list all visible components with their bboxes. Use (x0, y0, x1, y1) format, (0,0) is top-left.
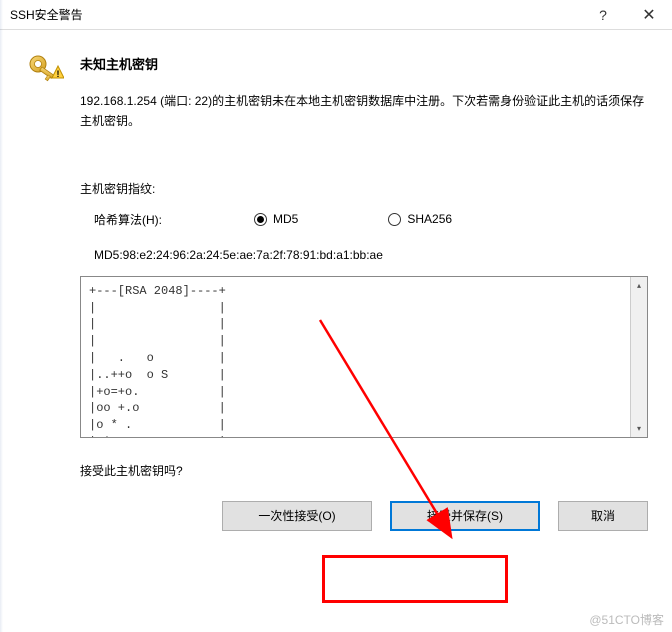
radio-icon (388, 213, 401, 226)
title-bar: SSH安全警告 ? ✕ (0, 0, 672, 30)
svg-text:!: ! (57, 69, 60, 79)
scroll-up-icon[interactable]: ▴ (631, 277, 647, 294)
dialog-description: 192.168.1.254 (端口: 22)的主机密钥未在本地主机密钥数据库中注… (80, 91, 648, 132)
annotation-highlight (322, 555, 508, 603)
hash-algorithm-label: 哈希算法(H): (94, 211, 254, 228)
radio-md5[interactable]: MD5 (254, 212, 298, 226)
accept-once-button[interactable]: 一次性接受(O) (222, 501, 372, 531)
button-row: 一次性接受(O) 接受并保存(S) 取消 (80, 501, 648, 531)
vertical-scrollbar[interactable]: ▴ ▾ (630, 277, 647, 437)
close-button[interactable]: ✕ (626, 0, 672, 30)
watermark-text: @51CTO博客 (589, 611, 664, 628)
window-title: SSH安全警告 (10, 6, 580, 23)
confirm-question: 接受此主机密钥吗? (80, 462, 648, 479)
radio-md5-label: MD5 (273, 212, 298, 226)
fingerprint-section-label: 主机密钥指纹: (80, 180, 648, 197)
ascii-art-container: +---[RSA 2048]----+ | | | | | | | . o | … (80, 276, 648, 438)
fingerprint-value: MD5:98:e2:24:96:2a:24:5e:ae:7a:2f:78:91:… (94, 248, 648, 262)
ascii-art-box: +---[RSA 2048]----+ | | | | | | | . o | … (81, 277, 630, 437)
dialog-content: ! 未知主机密钥 192.168.1.254 (端口: 22)的主机密钥未在本地… (0, 30, 672, 545)
hash-algorithm-row: 哈希算法(H): MD5 SHA256 (94, 211, 648, 228)
key-warning-icon: ! (24, 52, 64, 92)
dialog-heading: 未知主机密钥 (80, 54, 648, 73)
accept-save-button[interactable]: 接受并保存(S) (390, 501, 540, 531)
radio-icon (254, 213, 267, 226)
cancel-button[interactable]: 取消 (558, 501, 648, 531)
help-button[interactable]: ? (580, 0, 626, 30)
radio-sha256[interactable]: SHA256 (388, 212, 452, 226)
radio-sha256-label: SHA256 (407, 212, 452, 226)
scroll-down-icon[interactable]: ▾ (631, 420, 647, 437)
